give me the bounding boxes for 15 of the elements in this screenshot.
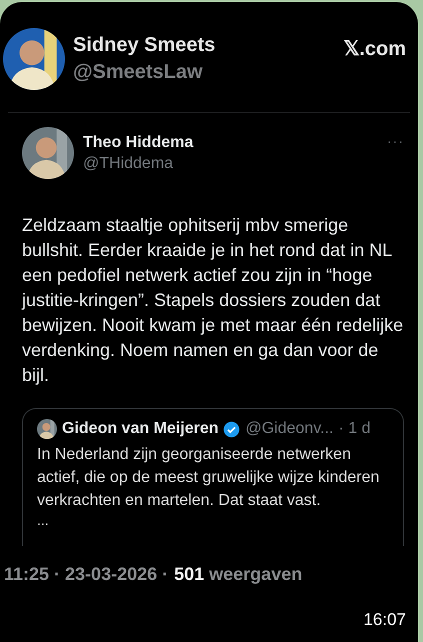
quoted-author-handle: @Gideonv... [245, 420, 334, 438]
tweet-text: Zeldzaam staaltje ophitserij mbv smerige bullshit. Eerder kraaide je in het rond dat in NL een pedofiel netwerk actief zou zijn in “hoge justitie-kringen”. Stapels dossiers zouden dat bewijzen. Nooit kwam je met maar één redelijke verdenking. Noem namen en ga dan voor de bijl. [22, 214, 404, 387]
quoted-author-name: Gideon van Meijeren [62, 420, 218, 438]
view-count: 501 [174, 564, 204, 585]
quoted-time: · 1 d [338, 420, 370, 438]
post-timestamp: 11:25 · 23-03-2026 · [4, 564, 168, 585]
quoted-tweet[interactable]: Gideon van Meijeren @Gideonv... · 1 d In Nederland zijn georganiseerde netwerken actief, die op de meest gruwelijke wijze kinderen verkrachten en martelen. Dat staat vast. ... [22, 408, 404, 546]
author-handle: @SmeetsLaw [73, 61, 204, 84]
quoted-text: In Nederland zijn georganiseerde netwerken actief, die op de meest gruwelijke wijze kinderen verkrachten en martelen. Dat staat vast. [37, 445, 380, 511]
source-link[interactable]: 𝕏.com [343, 36, 406, 61]
tweet-author-name: Theo Hiddema [83, 134, 194, 152]
tweet-author-handle: @THiddema [83, 154, 174, 172]
views-label: weergaven [209, 564, 302, 585]
author-name: Sidney Smeets [73, 34, 216, 57]
truncation-ellipsis: ... [37, 512, 50, 528]
